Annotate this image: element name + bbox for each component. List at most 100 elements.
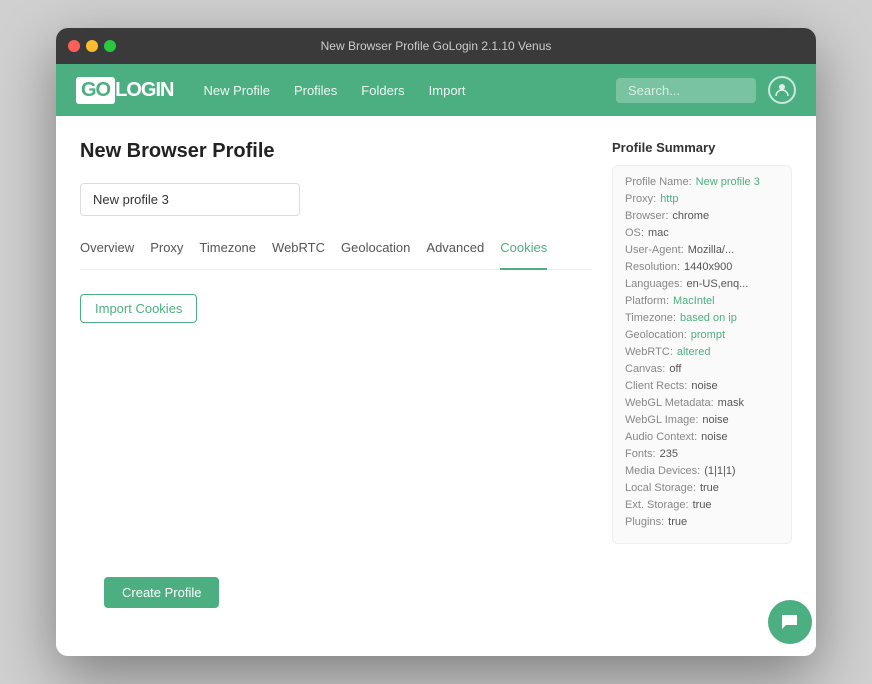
- logo-login: LOGIN: [115, 79, 173, 102]
- tab-geolocation[interactable]: Geolocation: [341, 240, 410, 261]
- summary-label: Timezone:: [625, 312, 676, 324]
- tab-overview[interactable]: Overview: [80, 240, 134, 261]
- summary-row: Client Rects: noise: [625, 380, 779, 392]
- summary-label: Ext. Storage:: [625, 499, 689, 511]
- summary-row: Audio Context: noise: [625, 431, 779, 443]
- summary-label: Fonts:: [625, 448, 656, 460]
- maximize-button[interactable]: [104, 40, 116, 52]
- summary-value: noise: [702, 414, 728, 426]
- summary-value: New profile 3: [696, 176, 760, 188]
- tab-proxy[interactable]: Proxy: [150, 240, 183, 261]
- summary-label: Proxy:: [625, 193, 656, 205]
- summary-row: Ext. Storage: true: [625, 499, 779, 511]
- chat-button[interactable]: [768, 600, 812, 644]
- summary-row: Plugins: true: [625, 516, 779, 528]
- summary-label: Plugins:: [625, 516, 664, 528]
- summary-label: Audio Context:: [625, 431, 697, 443]
- summary-value: prompt: [691, 329, 725, 341]
- close-button[interactable]: [68, 40, 80, 52]
- summary-label: Geolocation:: [625, 329, 687, 341]
- summary-value: chrome: [672, 210, 709, 222]
- import-link[interactable]: Import: [429, 83, 466, 98]
- summary-card: Profile Name: New profile 3 Proxy: http Brow…: [612, 165, 792, 544]
- titlebar: New Browser Profile GoLogin 2.1.10 Venus: [56, 28, 816, 64]
- page-title: New Browser Profile: [80, 140, 592, 163]
- summary-row: Geolocation: prompt: [625, 329, 779, 341]
- import-cookies-button[interactable]: Import Cookies: [80, 294, 197, 323]
- summary-row: Media Devices: (1|1|1): [625, 465, 779, 477]
- summary-label: Browser:: [625, 210, 668, 222]
- summary-label: Canvas:: [625, 363, 665, 375]
- summary-row: Browser: chrome: [625, 210, 779, 222]
- tab-timezone[interactable]: Timezone: [199, 240, 256, 261]
- summary-value: noise: [691, 380, 717, 392]
- summary-value: http: [660, 193, 678, 205]
- summary-row: OS: mac: [625, 227, 779, 239]
- profile-name-input[interactable]: [80, 183, 300, 216]
- summary-row: WebGL Metadata: mask: [625, 397, 779, 409]
- summary-value: true: [700, 482, 719, 494]
- summary-label: WebGL Image:: [625, 414, 698, 426]
- content-area: New Browser Profile Overview Proxy Timez…: [56, 116, 816, 656]
- summary-label: Profile Name:: [625, 176, 692, 188]
- summary-label: User-Agent:: [625, 244, 684, 256]
- create-profile-button[interactable]: Create Profile: [104, 577, 219, 608]
- user-icon: [774, 82, 790, 98]
- summary-label: Media Devices:: [625, 465, 700, 477]
- summary-row: Local Storage: true: [625, 482, 779, 494]
- tab-advanced[interactable]: Advanced: [426, 240, 484, 261]
- summary-row: WebGL Image: noise: [625, 414, 779, 426]
- summary-value: en-US,enq...: [687, 278, 749, 290]
- summary-label: Client Rects:: [625, 380, 687, 392]
- nav-links: New Profile Profiles Folders Import: [203, 83, 465, 98]
- summary-row: User-Agent: Mozilla/...: [625, 244, 779, 256]
- tab-cookies[interactable]: Cookies: [500, 240, 547, 270]
- navbar: GOLOGIN New Profile Profiles Folders Imp…: [56, 64, 816, 116]
- logo-go: GO: [76, 77, 115, 104]
- summary-value: altered: [677, 346, 711, 358]
- summary-value: MacIntel: [673, 295, 715, 307]
- summary-label: Languages:: [625, 278, 683, 290]
- summary-title: Profile Summary: [612, 140, 792, 155]
- profiles-link[interactable]: Profiles: [294, 83, 337, 98]
- summary-value: true: [668, 516, 687, 528]
- summary-value: based on ip: [680, 312, 737, 324]
- summary-row: WebRTC:altered: [625, 346, 779, 358]
- summary-row: Languages: en-US,enq...: [625, 278, 779, 290]
- main-panel: New Browser Profile Overview Proxy Timez…: [80, 140, 592, 632]
- summary-value: mask: [718, 397, 744, 409]
- summary-row: Timezone: based on ip: [625, 312, 779, 324]
- summary-row: Profile Name: New profile 3: [625, 176, 779, 188]
- user-avatar[interactable]: [768, 76, 796, 104]
- summary-value: 1440x900: [684, 261, 732, 273]
- summary-value: mac: [648, 227, 669, 239]
- tab-content-cookies: Import Cookies: [80, 294, 592, 323]
- tabs-bar: Overview Proxy Timezone WebRTC Geolocati…: [80, 240, 592, 270]
- summary-value: true: [693, 499, 712, 511]
- summary-value: noise: [701, 431, 727, 443]
- summary-label: Local Storage:: [625, 482, 696, 494]
- traffic-lights: [68, 40, 116, 52]
- minimize-button[interactable]: [86, 40, 98, 52]
- summary-value: (1|1|1): [704, 465, 735, 477]
- new-profile-link[interactable]: New Profile: [203, 83, 269, 98]
- summary-label: WebGL Metadata:: [625, 397, 714, 409]
- summary-value: 235: [660, 448, 678, 460]
- summary-label: OS:: [625, 227, 644, 239]
- summary-row: Fonts: 235: [625, 448, 779, 460]
- summary-row: Resolution: 1440x900: [625, 261, 779, 273]
- tab-webrtc[interactable]: WebRTC: [272, 240, 325, 261]
- summary-row: Proxy: http: [625, 193, 779, 205]
- summary-row: Platform: MacIntel: [625, 295, 779, 307]
- summary-label: Resolution:: [625, 261, 680, 273]
- summary-row: Canvas: off: [625, 363, 779, 375]
- summary-label: Platform:: [625, 295, 669, 307]
- summary-panel: Profile Summary Profile Name: New profile…: [612, 140, 792, 632]
- chat-icon: [779, 611, 801, 633]
- summary-value: Mozilla/...: [688, 244, 734, 256]
- window-title: New Browser Profile GoLogin 2.1.10 Venus: [321, 39, 552, 53]
- summary-value: off: [669, 363, 681, 375]
- search-input[interactable]: [616, 78, 756, 103]
- logo[interactable]: GOLOGIN: [76, 77, 173, 104]
- folders-link[interactable]: Folders: [361, 83, 404, 98]
